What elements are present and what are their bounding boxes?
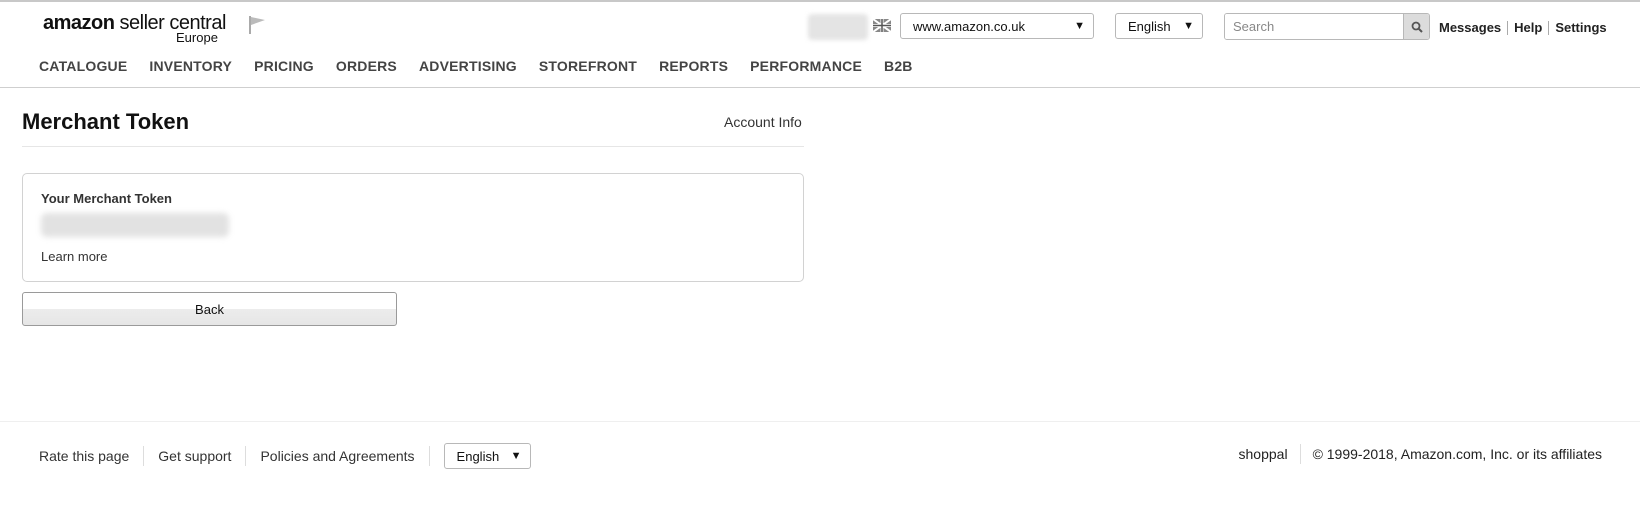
- nav-item-performance[interactable]: PERFORMANCE: [750, 58, 862, 74]
- header-links: Messages Help Settings: [1439, 20, 1607, 35]
- search-button[interactable]: [1403, 14, 1429, 39]
- nav-item-orders[interactable]: ORDERS: [336, 58, 397, 74]
- policies-link[interactable]: Policies and Agreements: [260, 448, 414, 464]
- divider: [1299, 444, 1301, 464]
- divider: [428, 446, 430, 466]
- language-select[interactable]: English ▼: [1115, 13, 1203, 39]
- logo-region: Europe: [176, 30, 218, 45]
- title-divider: [22, 146, 804, 147]
- footer-language-select[interactable]: English ▼: [443, 443, 531, 469]
- merchant-token-panel: Your Merchant Token Learn more: [22, 173, 804, 282]
- footer-divider: [0, 421, 1640, 422]
- nav-item-pricing[interactable]: PRICING: [254, 58, 314, 74]
- help-link[interactable]: Help: [1514, 20, 1542, 35]
- footer-links: Rate this page Get support Policies and …: [39, 443, 531, 469]
- settings-link[interactable]: Settings: [1555, 20, 1606, 35]
- main-nav: CATALOGUE INVENTORY PRICING ORDERS ADVER…: [39, 58, 935, 74]
- search-input[interactable]: [1225, 14, 1405, 39]
- page-title: Merchant Token: [22, 109, 190, 134]
- marketplace-select[interactable]: www.amazon.co.uk ▼: [900, 13, 1094, 39]
- nav-item-storefront[interactable]: STOREFRONT: [539, 58, 637, 74]
- redacted-token-value: [41, 213, 229, 237]
- language-value: English: [1128, 18, 1171, 34]
- get-support-link[interactable]: Get support: [158, 448, 231, 464]
- store-name: shoppal: [1238, 446, 1288, 462]
- rate-page-link[interactable]: Rate this page: [39, 448, 129, 464]
- account-info-link[interactable]: Account Info: [724, 114, 802, 130]
- nav-item-inventory[interactable]: INVENTORY: [149, 58, 232, 74]
- search-box: [1224, 13, 1430, 40]
- seller-central-logo[interactable]: amazon seller central Europe: [43, 12, 226, 45]
- divider: [245, 446, 247, 466]
- nav-item-catalogue[interactable]: CATALOGUE: [39, 58, 127, 74]
- token-label: Your Merchant Token: [41, 191, 172, 206]
- back-button[interactable]: Back: [22, 292, 397, 326]
- footer-language-value: English: [456, 448, 500, 464]
- chevron-down-icon: ▼: [1074, 20, 1085, 32]
- search-icon: [1411, 21, 1423, 33]
- messages-link[interactable]: Messages: [1439, 20, 1501, 35]
- nav-item-advertising[interactable]: ADVERTISING: [419, 58, 517, 74]
- marketplace-value: www.amazon.co.uk: [913, 18, 1025, 34]
- footer-right: shoppal © 1999-2018, Amazon.com, Inc. or…: [1239, 444, 1602, 464]
- divider: [143, 446, 145, 466]
- uk-flag-icon: [873, 19, 891, 32]
- header-divider: [0, 87, 1640, 88]
- chevron-down-icon: ▼: [1183, 20, 1194, 32]
- nav-item-reports[interactable]: REPORTS: [659, 58, 728, 74]
- redacted-seller-name: [808, 14, 868, 40]
- divider: [1507, 20, 1509, 35]
- learn-more-link[interactable]: Learn more: [41, 249, 107, 264]
- copyright: © 1999-2018, Amazon.com, Inc. or its aff…: [1312, 446, 1602, 462]
- divider: [1548, 20, 1550, 35]
- flag-icon[interactable]: [246, 14, 268, 36]
- top-border: [0, 0, 1640, 2]
- nav-item-b2b[interactable]: B2B: [884, 58, 913, 74]
- chevron-down-icon: ▼: [510, 450, 522, 462]
